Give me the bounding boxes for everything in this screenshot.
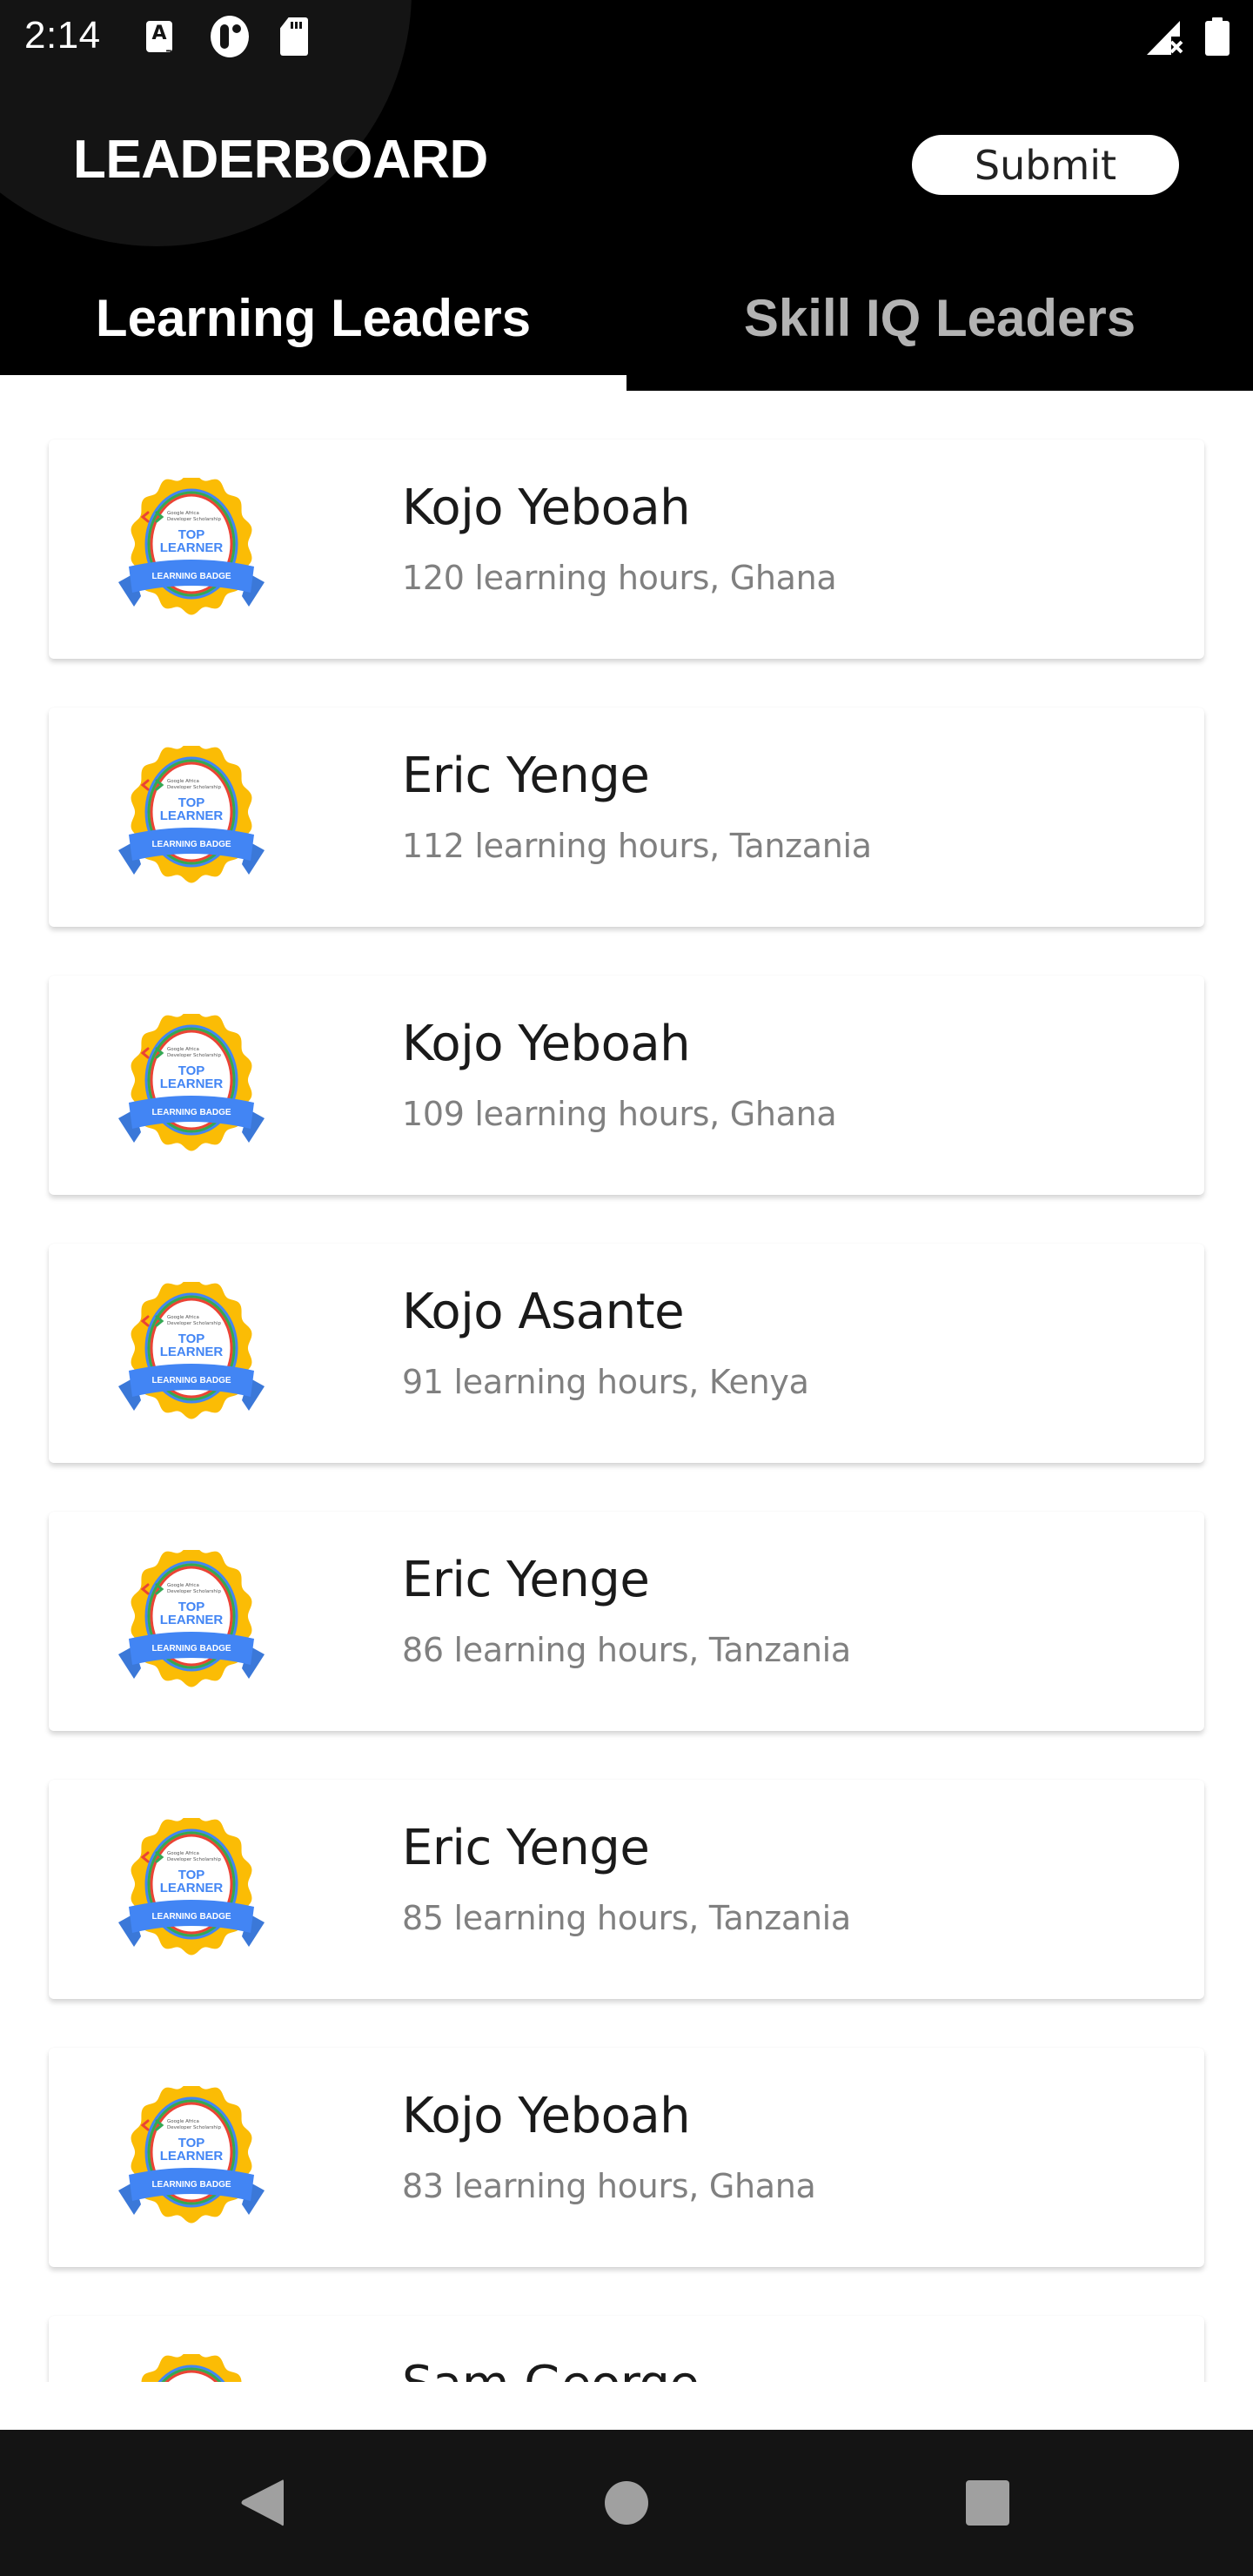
svg-text:Google Africa: Google Africa	[167, 1851, 199, 1856]
learner-card[interactable]: Google Africa Developer Scholarship TOP …	[49, 1512, 1204, 1731]
svg-text:Developer Scholarship: Developer Scholarship	[167, 1857, 221, 1862]
top-learner-badge-icon: Google Africa Developer Scholarship TOP …	[118, 1014, 265, 1151]
tab-selected-indicator	[0, 375, 626, 391]
svg-text:LEARNING BADGE: LEARNING BADGE	[151, 1376, 231, 1385]
svg-text:LEARNER: LEARNER	[160, 1881, 224, 1895]
learner-hours-country: 83 learning hours, Ghana	[402, 2167, 816, 2205]
tab-bar: Learning Leaders Skill IQ Leaders	[0, 261, 1253, 391]
back-icon[interactable]	[240, 2479, 284, 2527]
top-learner-badge-icon: Google Africa Developer Scholarship TOP …	[118, 1282, 265, 1419]
learner-card[interactable]: Google Africa Developer Scholarship TOP …	[49, 439, 1204, 659]
svg-text:LEARNER: LEARNER	[160, 2149, 224, 2163]
svg-text:Developer Scholarship: Developer Scholarship	[167, 1589, 221, 1594]
svg-text:Developer Scholarship: Developer Scholarship	[167, 517, 221, 522]
recents-icon[interactable]	[966, 2480, 1009, 2526]
svg-text:LEARNING BADGE: LEARNING BADGE	[151, 1912, 231, 1922]
svg-text:LEARNER: LEARNER	[160, 1613, 224, 1627]
svg-text:LEARNING BADGE: LEARNING BADGE	[151, 1644, 231, 1654]
learner-name: Eric Yenge	[402, 1552, 650, 1608]
app-header: 2:14 LEADERBOARD Submit Learning Leaders…	[0, 0, 1253, 391]
learners-list[interactable]: Google Africa Developer Scholarship TOP …	[0, 391, 1253, 2382]
svg-text:Google Africa: Google Africa	[167, 779, 199, 784]
learner-name: Kojo Yeboah	[402, 2088, 691, 2144]
svg-text:Google Africa: Google Africa	[167, 1583, 199, 1588]
learner-hours-country: 120 learning hours, Ghana	[402, 559, 837, 597]
status-bar: 2:14	[0, 0, 1253, 73]
tab-learning-leaders[interactable]: Learning Leaders	[0, 261, 626, 375]
learner-card[interactable]: Google Africa Developer Scholarship TOP …	[49, 1780, 1204, 1999]
learner-name: Sam George	[402, 2356, 700, 2382]
top-learner-badge-icon: Google Africa Developer Scholarship TOP …	[118, 746, 265, 883]
top-learner-badge-icon: Google Africa Developer Scholarship TOP …	[118, 2086, 265, 2224]
svg-text:Google Africa: Google Africa	[167, 511, 199, 516]
svg-text:LEARNER: LEARNER	[160, 1345, 224, 1359]
svg-text:LEARNING BADGE: LEARNING BADGE	[151, 2180, 231, 2190]
svg-text:LEARNING BADGE: LEARNING BADGE	[151, 1108, 231, 1117]
learner-card[interactable]: Google Africa Developer Scholarship TOP …	[49, 1244, 1204, 1463]
signal-no-service-icon	[1147, 21, 1183, 55]
system-navigation-bar	[0, 2430, 1253, 2576]
sd-card-icon	[280, 17, 308, 56]
learner-card[interactable]: Google Africa Developer Scholarship TOP …	[49, 976, 1204, 1195]
svg-text:LEARNER: LEARNER	[160, 1077, 224, 1091]
svg-text:Developer Scholarship: Developer Scholarship	[167, 1053, 221, 1058]
learner-name: Eric Yenge	[402, 1820, 650, 1876]
svg-text:Google Africa: Google Africa	[167, 2119, 199, 2124]
learner-name: Kojo Yeboah	[402, 480, 691, 536]
svg-text:Google Africa: Google Africa	[167, 1315, 199, 1320]
battery-full-icon	[1205, 17, 1230, 56]
learner-hours-country: 85 learning hours, Tanzania	[402, 1899, 851, 1937]
top-learner-badge-icon: Google Africa Developer Scholarship TOP …	[118, 478, 265, 615]
top-learner-badge-icon: Google Africa Developer Scholarship TOP …	[141, 2354, 242, 2382]
svg-text:Google Africa: Google Africa	[167, 1047, 199, 1052]
learner-hours-country: 91 learning hours, Kenya	[402, 1363, 809, 1401]
svg-text:Developer Scholarship: Developer Scholarship	[167, 2125, 221, 2130]
learner-hours-country: 112 learning hours, Tanzania	[402, 827, 872, 865]
learner-name: Eric Yenge	[402, 748, 650, 804]
svg-text:Developer Scholarship: Developer Scholarship	[167, 1321, 221, 1326]
accessibility-a-icon	[146, 21, 172, 55]
learner-card[interactable]: Google Africa Developer Scholarship TOP …	[49, 708, 1204, 927]
learner-name: Kojo Asante	[402, 1284, 685, 1340]
svg-text:LEARNER: LEARNER	[160, 808, 224, 823]
learner-hours-country: 109 learning hours, Ghana	[402, 1095, 837, 1133]
learner-hours-country: 86 learning hours, Tanzania	[402, 1631, 851, 1669]
status-time: 2:14	[24, 14, 101, 57]
svg-text:LEARNER: LEARNER	[160, 540, 224, 555]
learner-name: Kojo Yeboah	[402, 1016, 691, 1072]
learner-card[interactable]: Google Africa Developer Scholarship TOP …	[49, 2316, 1204, 2382]
app-notification-icon	[211, 16, 249, 57]
submit-button[interactable]: Submit	[912, 135, 1179, 195]
svg-text:LEARNING BADGE: LEARNING BADGE	[151, 572, 231, 581]
top-learner-badge-icon: Google Africa Developer Scholarship TOP …	[118, 1550, 265, 1687]
tab-skill-iq-leaders[interactable]: Skill IQ Leaders	[626, 261, 1253, 375]
page-title: LEADERBOARD	[73, 130, 488, 190]
home-icon[interactable]	[605, 2481, 648, 2525]
learner-card[interactable]: Google Africa Developer Scholarship TOP …	[49, 2048, 1204, 2267]
svg-text:LEARNING BADGE: LEARNING BADGE	[151, 840, 231, 849]
svg-text:Developer Scholarship: Developer Scholarship	[167, 785, 221, 790]
top-learner-badge-icon: Google Africa Developer Scholarship TOP …	[118, 1818, 265, 1955]
